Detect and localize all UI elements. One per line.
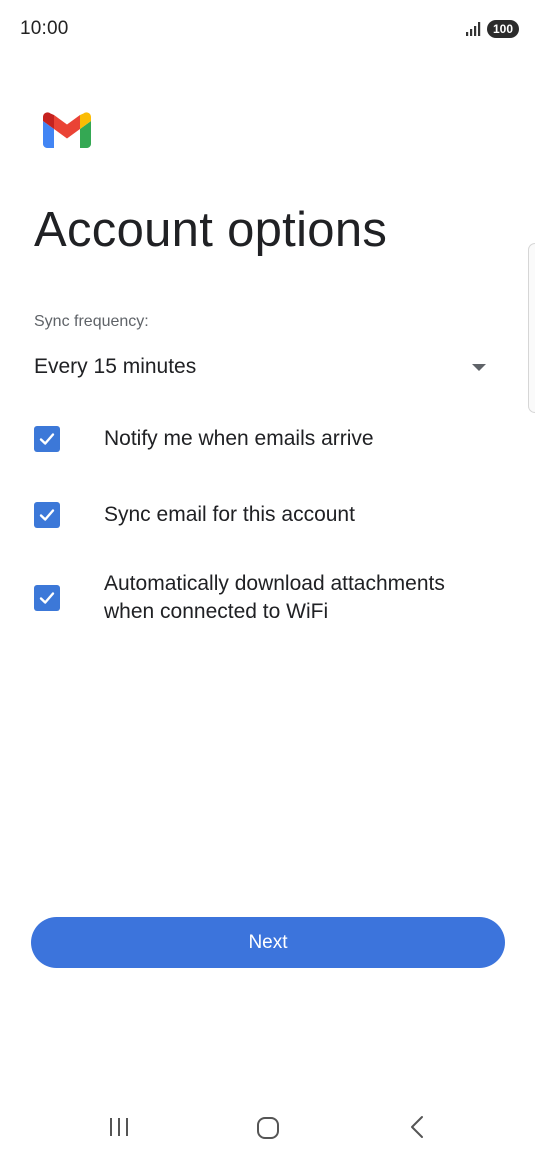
checkmark-icon — [39, 509, 55, 521]
notify-label: Notify me when emails arrive — [104, 427, 374, 450]
signal-icon — [466, 22, 481, 36]
sync-email-label: Sync email for this account — [104, 503, 355, 526]
download-attachments-label: Automatically download attachments when … — [104, 570, 445, 626]
download-attachments-line1: Automatically download attachments — [104, 572, 445, 595]
option-download-attachments[interactable]: Automatically download attachments when … — [34, 570, 494, 626]
sync-frequency-value: Every 15 minutes — [34, 355, 197, 378]
page-title: Account options — [34, 203, 388, 257]
home-icon[interactable] — [254, 1114, 282, 1142]
sync-email-checkbox[interactable] — [34, 502, 60, 528]
system-nav-bar — [0, 1100, 535, 1156]
sync-frequency-label: Sync frequency: — [34, 313, 149, 330]
download-attachments-line2: when connected to WiFi — [104, 600, 329, 623]
download-attachments-checkbox[interactable] — [34, 585, 60, 611]
back-icon[interactable] — [405, 1114, 431, 1140]
status-icons: 100 — [465, 20, 519, 38]
status-time: 10:00 — [20, 18, 69, 39]
option-notify[interactable]: Notify me when emails arrive — [34, 425, 494, 453]
notify-checkbox[interactable] — [34, 426, 60, 452]
recent-apps-icon[interactable] — [106, 1114, 132, 1140]
battery-indicator: 100 — [487, 20, 519, 38]
option-sync-email[interactable]: Sync email for this account — [34, 501, 494, 529]
account-options-screen: 10:00 100 Account options Sync frequency… — [0, 0, 535, 1160]
checkmark-icon — [39, 433, 55, 445]
edge-panel-handle[interactable] — [528, 243, 535, 413]
dropdown-arrow-icon — [472, 363, 486, 371]
next-button[interactable]: Next — [31, 917, 505, 968]
sync-frequency-dropdown[interactable]: Every 15 minutes — [34, 350, 494, 384]
checkmark-icon — [39, 592, 55, 604]
gmail-logo-icon — [43, 112, 91, 148]
